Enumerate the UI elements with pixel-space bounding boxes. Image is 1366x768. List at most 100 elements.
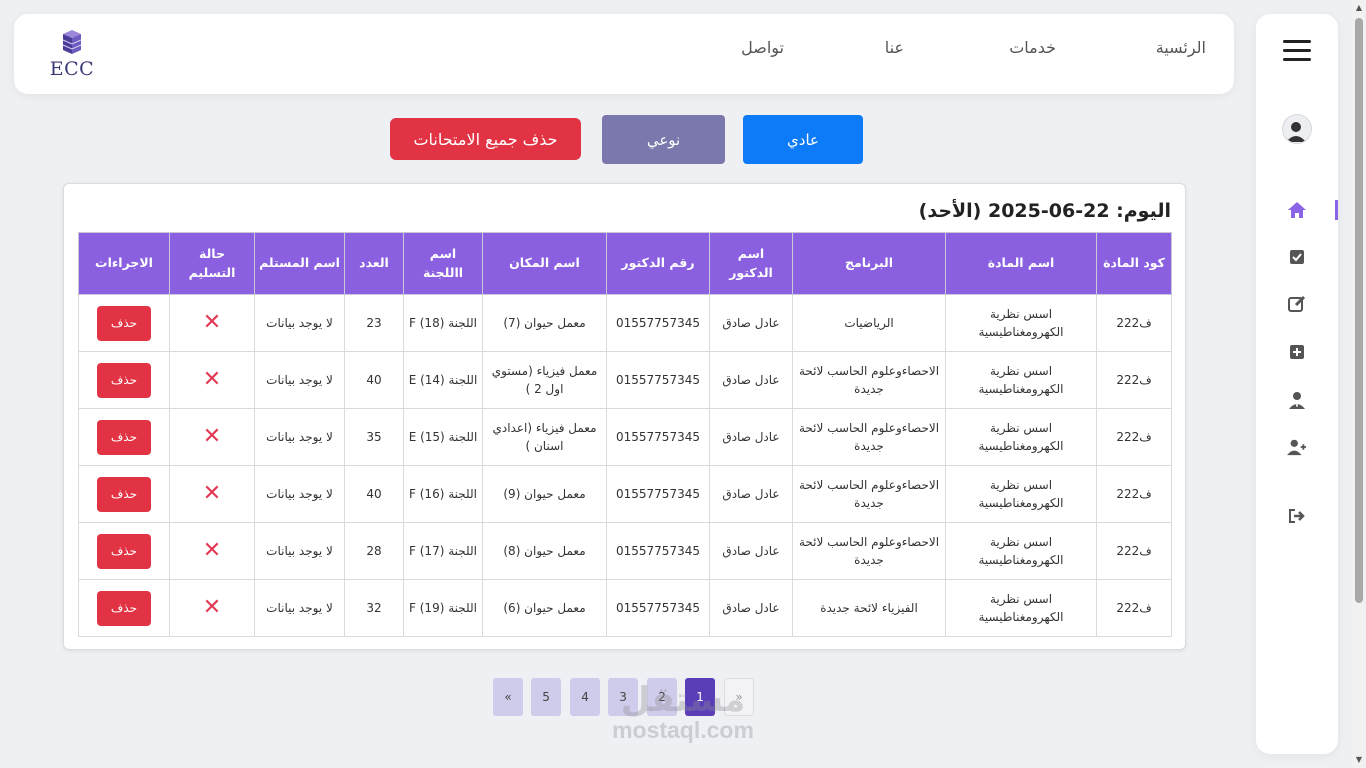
cell-doctor-name: عادل صادق — [709, 408, 793, 466]
cell-program: الاحصاءوعلوم الحاسب لائحة جديدة — [792, 465, 946, 523]
cell-committee-name: اللجنة E (15) — [403, 408, 483, 466]
hamburger-menu-icon[interactable] — [1283, 40, 1311, 62]
cell-count: 35 — [344, 408, 404, 466]
cell-doctor-name: عادل صادق — [709, 294, 793, 352]
cell-count: 40 — [344, 465, 404, 523]
watermark: مستقل mostaql.com — [600, 683, 766, 744]
cell-actions: حذف — [78, 351, 170, 409]
cell-subject-name: اسس نظرية الكهرومغناطيسية — [945, 465, 1097, 523]
date-title: اليوم: 22-06-2025 (الأحد) — [918, 200, 1171, 222]
home-icon[interactable] — [1287, 200, 1307, 220]
cell-actions: حذف — [78, 579, 170, 637]
cell-program: الرياضيات — [792, 294, 946, 352]
delete-all-exams-button[interactable]: حذف جميع الامتحانات — [390, 118, 581, 160]
cell-program: الاحصاءوعلوم الحاسب لائحة جديدة — [792, 351, 946, 409]
cell-doctor-name: عادل صادق — [709, 579, 793, 637]
watermark-arabic: مستقل — [620, 680, 746, 720]
cell-receiver-name: لا يوجد بيانات — [254, 522, 345, 580]
header-program: البرنامج — [792, 232, 946, 295]
normal-exams-button[interactable]: عادي — [743, 115, 863, 164]
cell-receiver-name: لا يوجد بيانات — [254, 408, 345, 466]
user-tie-icon[interactable] — [1287, 390, 1307, 410]
type-exams-button[interactable]: نوعي — [602, 115, 725, 164]
pagination-page-4[interactable]: 4 — [570, 678, 600, 716]
cell-subject-code: ف222 — [1096, 408, 1172, 466]
scroll-thumb[interactable] — [1355, 18, 1363, 603]
header-committee-name: اسم االلجنة — [403, 232, 483, 295]
cell-receiver-name: لا يوجد بيانات — [254, 351, 345, 409]
user-plus-icon[interactable] — [1287, 437, 1307, 457]
cell-subject-name: اسس نظرية الكهرومغناطيسية — [945, 408, 1097, 466]
cell-delivery-status: ✕ — [169, 465, 255, 523]
scroll-up-arrow-icon[interactable]: ▲ — [1355, 4, 1363, 12]
cell-program: الاحصاءوعلوم الحاسب لائحة جديدة — [792, 408, 946, 466]
edit-icon[interactable] — [1287, 294, 1307, 314]
cell-count: 23 — [344, 294, 404, 352]
nav-link-home[interactable]: الرئسية — [1156, 38, 1206, 57]
nav-link-about[interactable]: عنا — [885, 38, 904, 57]
cell-receiver-name: لا يوجد بيانات — [254, 294, 345, 352]
exams-card: اليوم: 22-06-2025 (الأحد) كود المادة اسم… — [63, 183, 1186, 650]
cell-doctor-phone: 01557757345 — [606, 465, 710, 523]
header-place-name: اسم المكان — [482, 232, 607, 295]
nav-link-services[interactable]: خدمات — [1009, 38, 1056, 57]
cell-delivery-status: ✕ — [169, 408, 255, 466]
cell-receiver-name: لا يوجد بيانات — [254, 465, 345, 523]
watermark-latin: mostaql.com — [612, 717, 754, 743]
logo-text: ECC — [49, 58, 95, 80]
cell-delivery-status: ✕ — [169, 294, 255, 352]
user-avatar[interactable] — [1282, 114, 1312, 144]
table-row: ف222 اسس نظرية الكهرومغناطيسية الاحصاءوعلو… — [78, 465, 1172, 523]
cell-count: 40 — [344, 351, 404, 409]
cell-committee-name: اللجنة F (16) — [403, 465, 483, 523]
cell-subject-code: ف222 — [1096, 579, 1172, 637]
delete-exam-button[interactable]: حذف — [97, 362, 151, 398]
cell-subject-code: ف222 — [1096, 465, 1172, 523]
check-square-icon[interactable] — [1287, 247, 1307, 267]
header-subject-name: اسم المادة — [945, 232, 1097, 295]
logo[interactable]: ECC — [48, 28, 96, 84]
delete-exam-button[interactable]: حذف — [97, 419, 151, 455]
cell-actions: حذف — [78, 408, 170, 466]
header-count: العدد — [344, 232, 404, 295]
pagination-next[interactable]: » — [493, 678, 523, 716]
cell-committee-name: اللجنة F (17) — [403, 522, 483, 580]
not-delivered-x-icon: ✕ — [202, 538, 222, 563]
sidebar — [1256, 14, 1338, 754]
cell-place-name: معمل حيوان (7) — [482, 294, 607, 352]
header-subject-code: كود المادة — [1096, 232, 1172, 295]
table-row: ف222 اسس نظرية الكهرومغناطيسية الاحصاءوعلو… — [78, 522, 1172, 580]
delete-exam-button[interactable]: حذف — [97, 590, 151, 626]
plus-square-icon[interactable] — [1287, 342, 1307, 362]
nav-link-contact[interactable]: تواصل — [741, 38, 784, 57]
cell-committee-name: اللجنة F (18) — [403, 294, 483, 352]
not-delivered-x-icon: ✕ — [202, 595, 222, 620]
page-scrollbar[interactable]: ▲ ▼ — [1352, 0, 1366, 768]
cell-actions: حذف — [78, 465, 170, 523]
not-delivered-x-icon: ✕ — [202, 481, 222, 506]
cell-actions: حذف — [78, 294, 170, 352]
delete-exam-button[interactable]: حذف — [97, 533, 151, 569]
delete-exam-button[interactable]: حذف — [97, 476, 151, 512]
cell-receiver-name: لا يوجد بيانات — [254, 579, 345, 637]
cell-actions: حذف — [78, 522, 170, 580]
cell-delivery-status: ✕ — [169, 522, 255, 580]
header-delivery-status: حالة التسليم — [169, 232, 255, 295]
logo-cubes-icon — [62, 30, 82, 54]
table-header-row: كود المادة اسم المادة البرنامج اسم الدكت… — [78, 232, 1172, 295]
scroll-down-arrow-icon[interactable]: ▼ — [1355, 756, 1363, 764]
delete-exam-button[interactable]: حذف — [97, 305, 151, 341]
cell-doctor-phone: 01557757345 — [606, 522, 710, 580]
cell-program: الفيزياء لائحة جديدة — [792, 579, 946, 637]
logout-icon[interactable] — [1287, 506, 1307, 526]
cell-doctor-name: عادل صادق — [709, 351, 793, 409]
cell-doctor-name: عادل صادق — [709, 465, 793, 523]
cell-place-name: معمل فيزياء (اعدادي اسنان ) — [482, 408, 607, 466]
pagination-page-5[interactable]: 5 — [531, 678, 561, 716]
cell-count: 28 — [344, 522, 404, 580]
cell-subject-name: اسس نظرية الكهرومغناطيسية — [945, 579, 1097, 637]
not-delivered-x-icon: ✕ — [202, 310, 222, 335]
cell-subject-code: ف222 — [1096, 522, 1172, 580]
cell-doctor-phone: 01557757345 — [606, 579, 710, 637]
cell-delivery-status: ✕ — [169, 351, 255, 409]
